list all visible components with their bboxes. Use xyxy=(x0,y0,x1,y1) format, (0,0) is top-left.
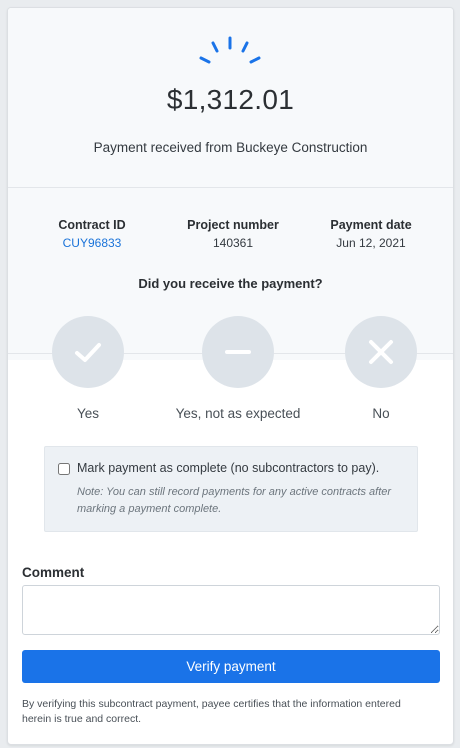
contract-id-detail: Contract ID CUY96833 xyxy=(40,218,144,250)
payment-amount: $1,312.01 xyxy=(166,84,295,115)
option-not-as-expected-label: Yes, not as expected xyxy=(175,406,301,421)
project-number-value: 140361 xyxy=(212,236,254,250)
contract-id-link[interactable]: CUY96833 xyxy=(40,236,144,250)
check-icon xyxy=(75,343,101,362)
comment-label: Comment xyxy=(22,565,85,580)
option-yes-button[interactable] xyxy=(52,316,124,388)
option-no-label: No xyxy=(372,406,390,421)
payment-source-text: Payment received from Buckeye Constructi… xyxy=(93,140,368,155)
mark-complete-panel: Mark payment as complete (no subcontract… xyxy=(44,446,418,532)
disclaimer-text: By verifying this subcontract payment, p… xyxy=(22,698,401,725)
option-yes[interactable]: Yes xyxy=(52,316,124,421)
mark-complete-label[interactable]: Mark payment as complete (no subcontract… xyxy=(77,461,379,475)
loading-spinner-icon xyxy=(199,36,261,64)
payment-date-label: Payment date xyxy=(330,218,412,232)
option-not-as-expected[interactable]: Yes, not as expected xyxy=(168,316,308,421)
payment-date-detail: Payment date Jun 12, 2021 xyxy=(321,218,421,250)
receipt-question: Did you receive the payment? xyxy=(138,276,323,291)
option-no-button[interactable] xyxy=(345,316,417,388)
option-no[interactable]: No xyxy=(345,316,417,421)
option-not-as-expected-button[interactable] xyxy=(202,316,274,388)
verify-payment-button[interactable]: Verify payment xyxy=(22,650,440,683)
mark-complete-note: Note: You can still record payments for … xyxy=(77,486,392,515)
comment-input[interactable] xyxy=(22,585,440,635)
option-yes-label: Yes xyxy=(76,406,100,421)
payment-card: $1,312.01 Payment received from Buckeye … xyxy=(7,7,454,745)
project-number-detail: Project number 140361 xyxy=(178,218,288,250)
contract-id-label: Contract ID xyxy=(58,218,126,232)
project-number-label: Project number xyxy=(187,218,279,232)
x-icon xyxy=(369,340,393,364)
mark-complete-checkbox[interactable] xyxy=(58,463,70,475)
divider xyxy=(8,187,453,188)
minus-icon xyxy=(225,350,251,354)
payment-date-value: Jun 12, 2021 xyxy=(336,236,406,250)
